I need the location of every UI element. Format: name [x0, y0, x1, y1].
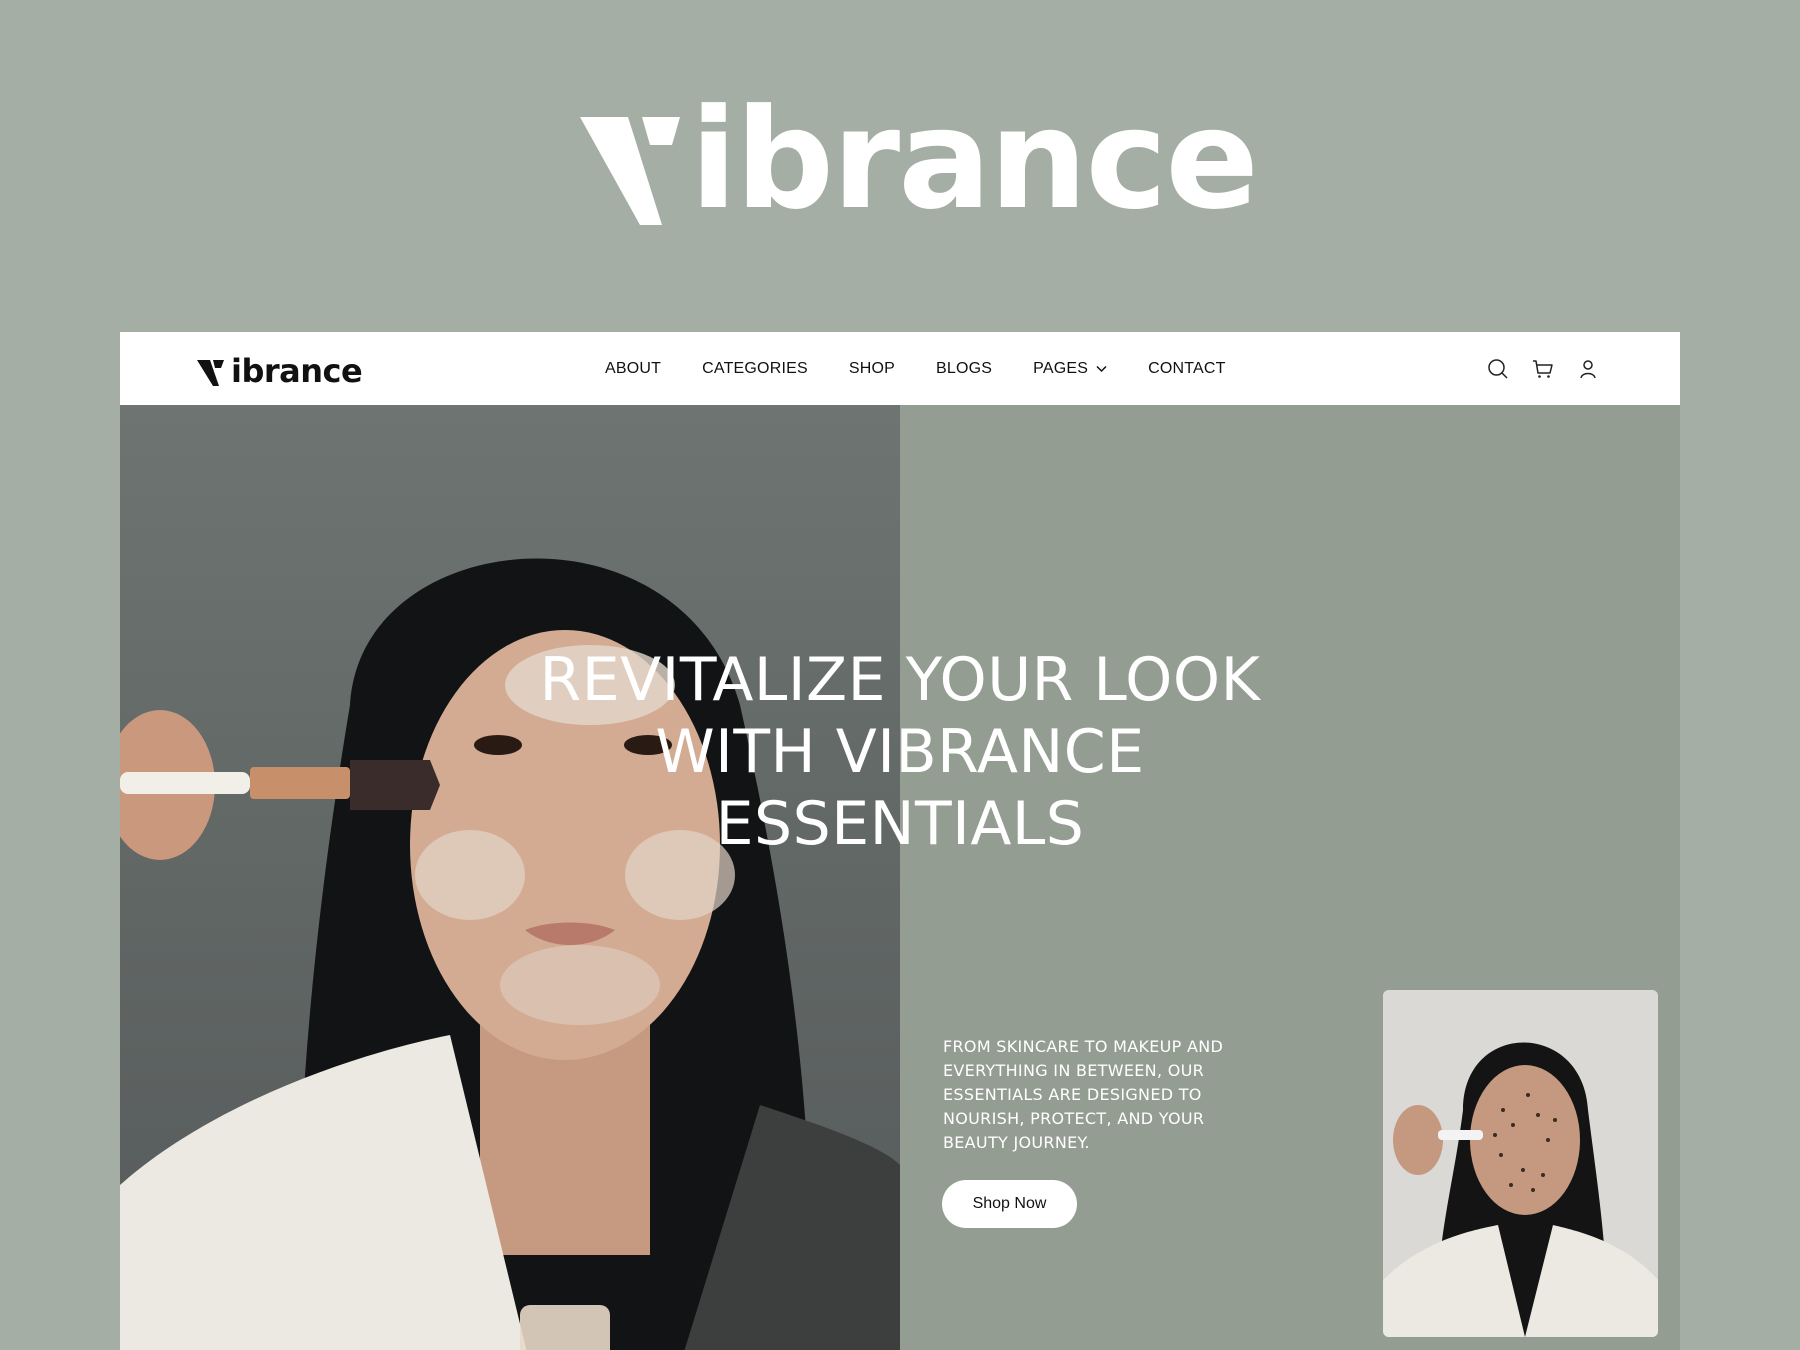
side-photo-illustration — [1383, 990, 1658, 1337]
nav-link-label: PAGES — [1033, 359, 1089, 377]
nav-link-label: CATEGORIES — [702, 359, 808, 377]
nav-link-label: ABOUT — [605, 359, 662, 377]
hero-title: REVITALIZE YOUR LOOK WITH VIBRANCE ESSEN… — [500, 644, 1300, 860]
hero-photo-woman-applying-mask — [120, 405, 900, 1350]
nav-link-blogs[interactable]: BLOGS — [936, 360, 992, 378]
hero-title-line: WITH VIBRANCE — [655, 717, 1145, 787]
logo-v-mark — [580, 117, 680, 225]
nav-logo-v-mark — [197, 360, 224, 386]
side-photo-woman-scrub[interactable] — [1383, 990, 1658, 1337]
nav-link-about[interactable]: ABOUT — [605, 360, 661, 378]
nav-link-label: CONTACT — [1148, 359, 1226, 377]
nav-link-contact[interactable]: CONTACT — [1148, 360, 1226, 378]
nav-link-categories[interactable]: CATEGORIES — [702, 360, 808, 378]
brand-logo-large: ibrance — [580, 79, 1259, 240]
nav-link-pages[interactable]: PAGES — [1033, 360, 1107, 378]
top-navbar: ibrance ABOUT CATEGORIES SHOP BLOGS PAGE… — [120, 332, 1680, 405]
website-frame: ibrance ABOUT CATEGORIES SHOP BLOGS PAGE… — [120, 332, 1680, 1350]
nav-logo-wordmark: ibrance — [231, 352, 363, 390]
logo-wordmark: ibrance — [690, 79, 1259, 240]
search-icon[interactable] — [1486, 357, 1510, 381]
nav-logo[interactable]: ibrance — [197, 352, 363, 390]
hero-photo-illustration — [120, 558, 900, 1350]
nav-links: ABOUT CATEGORIES SHOP BLOGS PAGES CONTAC… — [605, 332, 1267, 405]
nav-link-label: SHOP — [848, 359, 895, 377]
nav-icons — [1465, 332, 1600, 405]
hero-title-line: ESSENTIALS — [715, 789, 1085, 859]
hero-description: FROM SKINCARE TO MAKEUP AND EVERYTHING I… — [943, 1037, 1224, 1152]
nav-link-label: BLOGS — [936, 359, 993, 377]
hero-title-line: REVITALIZE YOUR LOOK — [539, 645, 1261, 715]
user-icon[interactable] — [1576, 357, 1600, 381]
cart-icon[interactable] — [1531, 357, 1555, 381]
chevron-down-icon — [1096, 365, 1107, 372]
shop-now-button[interactable]: Shop Now — [942, 1180, 1077, 1228]
nav-link-shop[interactable]: SHOP — [849, 360, 895, 378]
